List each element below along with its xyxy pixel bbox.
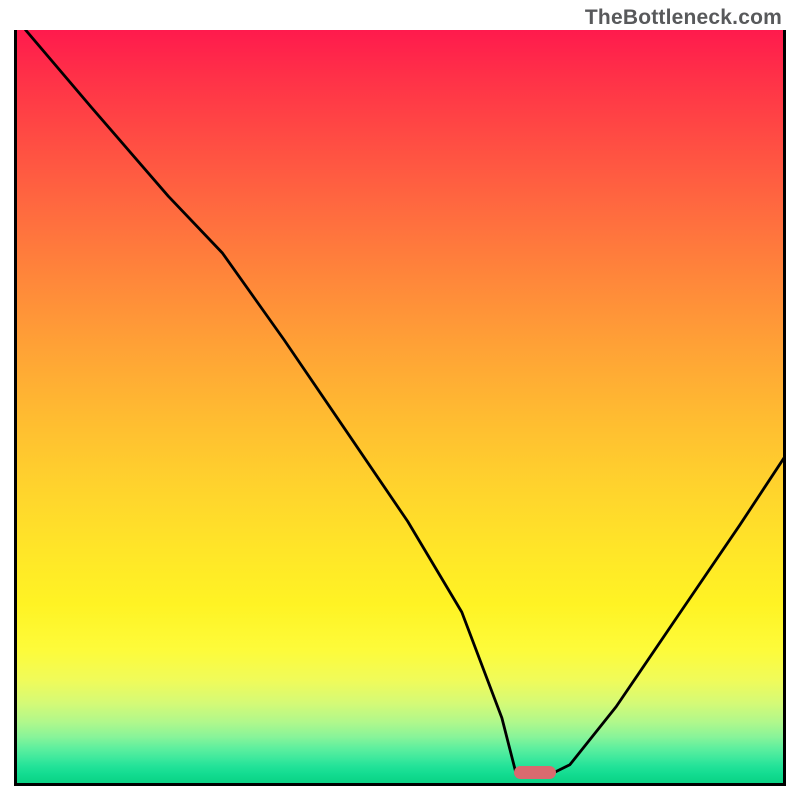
bottleneck-curve [14,30,786,786]
optimal-marker [514,766,556,779]
chart-frame [14,30,786,786]
watermark-text: TheBottleneck.com [585,6,782,30]
